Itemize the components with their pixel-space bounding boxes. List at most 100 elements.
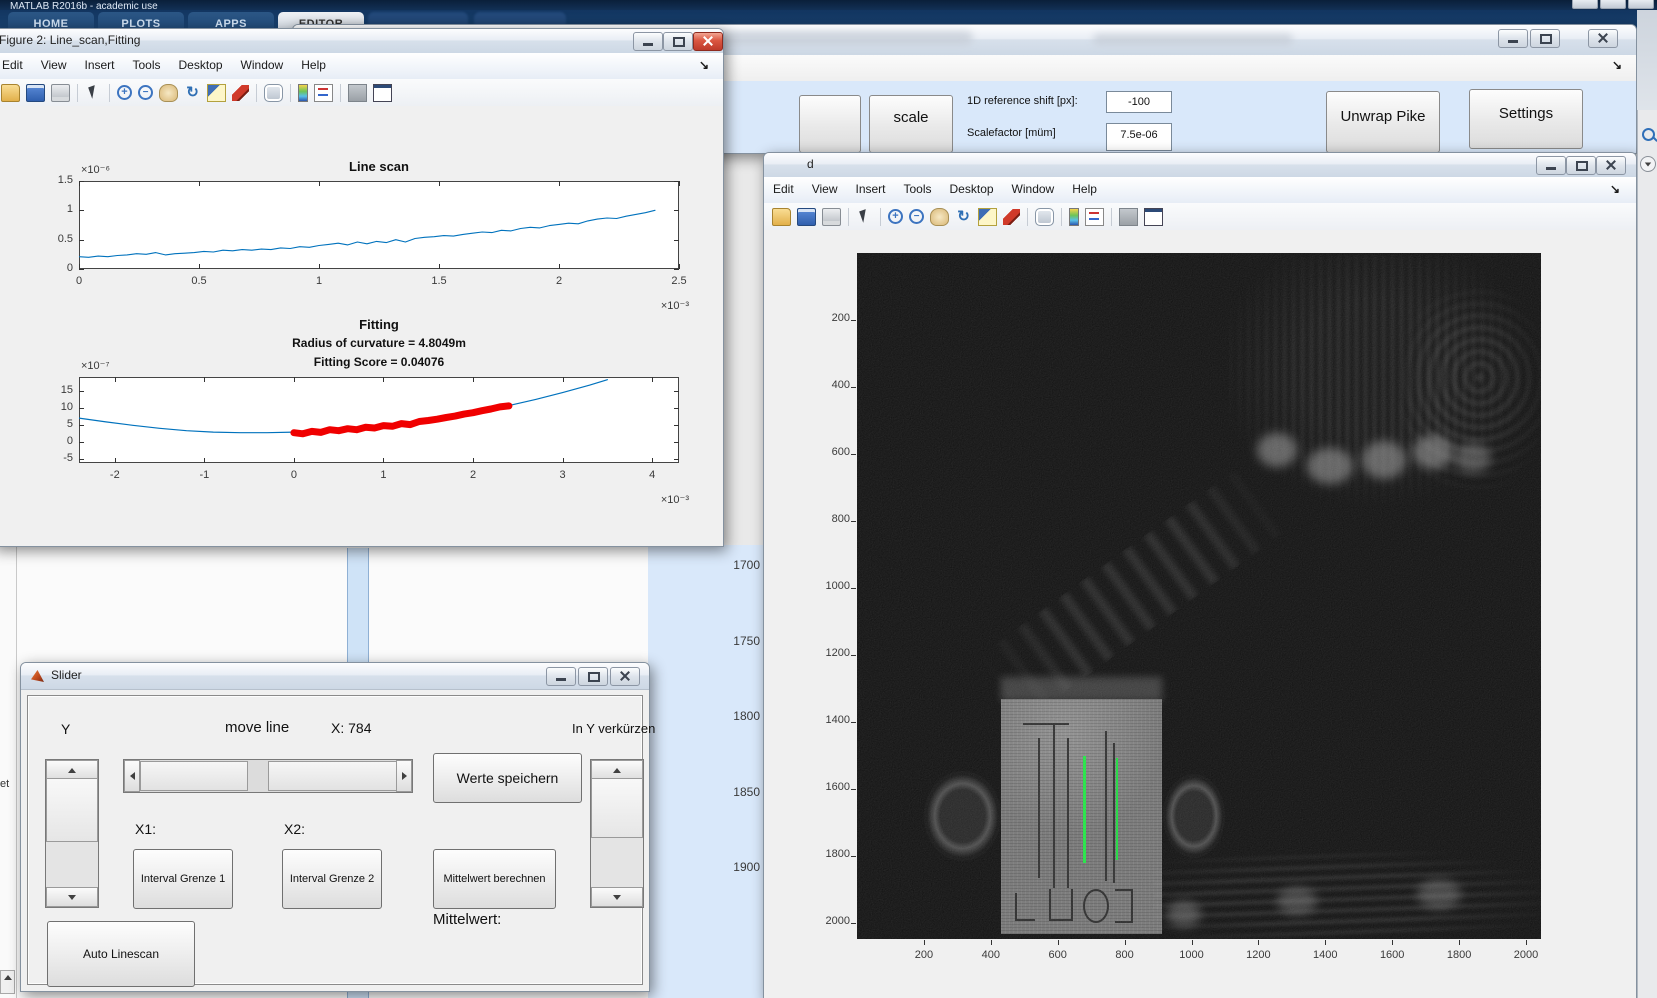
link-plots-icon[interactable] (1035, 207, 1054, 226)
legend-icon[interactable] (314, 83, 333, 102)
dock-small-icon[interactable] (1119, 207, 1138, 226)
close-button[interactable] (1596, 156, 1626, 175)
maximize-button[interactable] (663, 32, 693, 51)
save-icon[interactable] (26, 83, 45, 102)
zoom-out-icon[interactable] (138, 85, 153, 100)
interval-limit-1-button[interactable]: Interval Grenze 1 (133, 849, 233, 909)
matlab-maximize-button[interactable] (1600, 0, 1626, 9)
maximize-button[interactable] (578, 667, 608, 686)
tick-mark (319, 181, 320, 186)
dock-arrow-icon[interactable]: ↘ (699, 58, 709, 72)
slider-up-button[interactable] (591, 760, 643, 780)
partial-button[interactable] (799, 95, 861, 153)
dock-large-icon[interactable] (373, 83, 392, 102)
matlab-logo-icon (31, 670, 44, 682)
minimize-button[interactable] (1536, 156, 1566, 175)
unwrap-pike-button[interactable]: Unwrap Pike (1326, 91, 1440, 153)
zoom-out-icon[interactable] (909, 209, 924, 224)
menu-edit[interactable]: Edit (764, 177, 803, 196)
data-cursor-icon[interactable] (978, 207, 997, 226)
slider-thumb[interactable] (591, 778, 643, 838)
menu-insert[interactable]: Insert (846, 177, 894, 196)
ref-shift-input[interactable]: -100 (1106, 91, 1172, 113)
menu-edit[interactable]: Edit (0, 53, 32, 72)
close-button[interactable] (610, 667, 640, 686)
menu-help[interactable]: Help (1063, 177, 1106, 196)
tick-label: 0.5 (191, 275, 207, 287)
print-icon[interactable] (822, 207, 841, 226)
tick-mark (674, 239, 679, 241)
close-button[interactable] (1588, 29, 1618, 48)
mini-scrollbar[interactable] (0, 970, 15, 994)
pan-icon[interactable] (159, 83, 178, 102)
slider-thumb[interactable] (140, 761, 248, 791)
save-icon[interactable] (797, 207, 816, 226)
brush-icon[interactable] (1003, 208, 1020, 225)
menu-help[interactable]: Help (292, 53, 335, 72)
legend-icon[interactable] (1085, 207, 1104, 226)
rotate-3d-icon[interactable] (184, 85, 201, 101)
figure2-titlebar[interactable]: Figure 2: Line_scan,Fitting (0, 29, 723, 54)
slider-titlebar[interactable]: Slider (21, 663, 649, 690)
link-plots-icon[interactable] (264, 83, 283, 102)
save-values-button[interactable]: Werte speichern (433, 753, 582, 803)
ref-shift-label: 1D reference shift [px]: (967, 95, 1078, 107)
menu-view[interactable]: View (803, 177, 847, 196)
dock-large-icon[interactable] (1144, 207, 1163, 226)
menu-tools[interactable]: Tools (124, 53, 170, 72)
menu-desktop[interactable]: Desktop (941, 177, 1003, 196)
slider-down-button[interactable] (591, 887, 643, 907)
rotate-3d-icon[interactable] (955, 209, 972, 225)
interferogram-image[interactable] (857, 253, 1541, 939)
cursor-icon[interactable] (85, 85, 102, 101)
search-icon[interactable] (1642, 128, 1655, 141)
slider-right-button[interactable] (396, 760, 412, 792)
dock-arrow-icon[interactable]: ↘ (1610, 182, 1620, 196)
matlab-minimize-button[interactable] (1572, 0, 1598, 9)
y-slider[interactable] (45, 759, 99, 908)
tick-mark (851, 320, 856, 321)
menu-desktop[interactable]: Desktop (170, 53, 232, 72)
brush-icon[interactable] (232, 84, 249, 101)
menu-view[interactable]: View (32, 53, 76, 72)
slider-thumb[interactable] (268, 761, 398, 791)
chevron-down-icon[interactable] (1640, 156, 1656, 172)
minimize-button[interactable] (546, 667, 576, 686)
colorbar-icon[interactable] (298, 83, 308, 102)
menu-window[interactable]: Window (1003, 177, 1064, 196)
slider-thumb[interactable] (46, 778, 98, 842)
interval-limit-2-button[interactable]: Interval Grenze 2 (282, 849, 382, 909)
dock-small-icon[interactable] (348, 83, 367, 102)
zoom-in-icon[interactable] (117, 85, 132, 100)
menu-insert[interactable]: Insert (75, 53, 123, 72)
settings-button[interactable]: Settings (1469, 89, 1583, 149)
menu-tools[interactable]: Tools (895, 177, 941, 196)
slider-down-button[interactable] (46, 887, 98, 907)
open-folder-icon[interactable] (1, 83, 20, 102)
pan-icon[interactable] (930, 207, 949, 226)
dock-arrow-icon[interactable]: ↘ (1612, 58, 1622, 72)
maximize-button[interactable] (1530, 29, 1560, 48)
maximize-button[interactable] (1566, 156, 1596, 175)
menu-window[interactable]: Window (232, 53, 293, 72)
slider-left-button[interactable] (124, 760, 140, 792)
colorbar-icon[interactable] (1069, 207, 1079, 226)
auto-linescan-button[interactable]: Auto Linescan (47, 921, 195, 987)
calc-mean-button[interactable]: Mittelwert berechnen (433, 849, 556, 909)
move-line-slider[interactable] (123, 759, 413, 793)
data-cursor-icon[interactable] (207, 83, 226, 102)
scalefactor-input[interactable]: 7.5e-06 (1106, 123, 1172, 151)
minimize-button[interactable] (633, 32, 663, 51)
zoom-in-icon[interactable] (888, 209, 903, 224)
shorten-y-slider[interactable] (590, 759, 644, 908)
scale-button[interactable]: scale (869, 95, 953, 153)
slider-up-button[interactable] (46, 760, 98, 780)
close-button[interactable] (693, 32, 723, 51)
open-folder-icon[interactable] (772, 207, 791, 226)
cursor-icon[interactable] (856, 209, 873, 225)
print-icon[interactable] (51, 83, 70, 102)
matlab-close-button[interactable] (1628, 0, 1654, 9)
figure-d-titlebar[interactable]: d (764, 153, 1636, 178)
minimize-button[interactable] (1498, 29, 1528, 48)
x-position-value: X: 784 (331, 720, 372, 736)
